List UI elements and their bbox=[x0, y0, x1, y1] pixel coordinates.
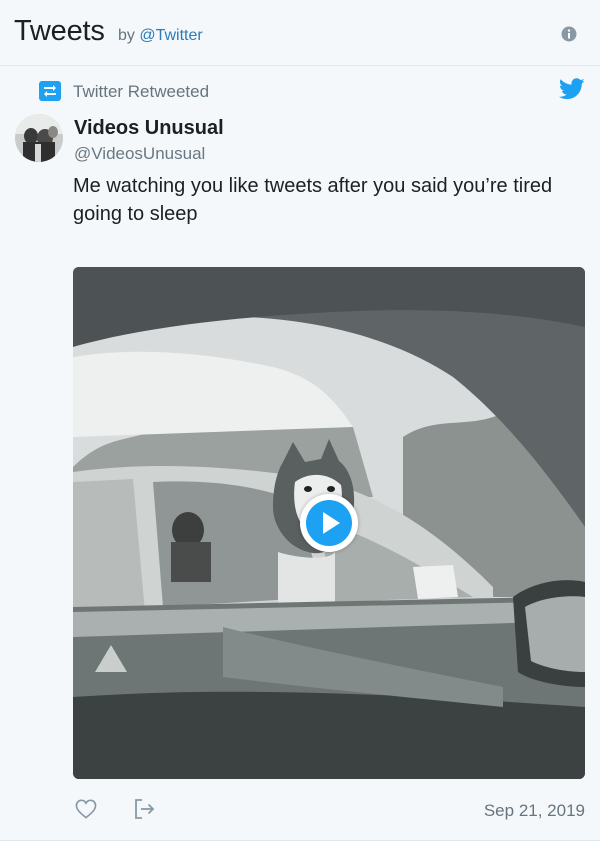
share-icon[interactable] bbox=[134, 798, 156, 820]
play-button-circle bbox=[306, 500, 352, 546]
twitter-bird-icon[interactable] bbox=[559, 78, 585, 100]
video-thumbnail[interactable] bbox=[73, 267, 585, 779]
timeline-title[interactable]: Tweets bbox=[14, 15, 105, 48]
retweet-icon bbox=[39, 81, 61, 101]
tweet-timeline-widget: Tweets by @Twitter Twitter Retweeted Vid… bbox=[0, 0, 600, 841]
retweet-context: Twitter Retweeted bbox=[39, 80, 579, 102]
tweet-date[interactable]: Sep 21, 2019 bbox=[484, 801, 585, 821]
play-icon bbox=[323, 512, 340, 534]
timeline-header: Tweets by @Twitter bbox=[0, 0, 600, 66]
tweet-text: Me watching you like tweets after you sa… bbox=[73, 175, 553, 225]
info-icon[interactable] bbox=[561, 26, 577, 42]
play-button[interactable] bbox=[300, 494, 358, 552]
author-name[interactable]: Videos Unusual bbox=[74, 117, 224, 140]
author-avatar[interactable] bbox=[15, 114, 63, 162]
tweet-actions: Sep 21, 2019 bbox=[73, 796, 585, 824]
retweet-label[interactable]: Twitter Retweeted bbox=[73, 82, 209, 102]
by-label: by bbox=[118, 27, 135, 44]
author-handle[interactable]: @VideosUnusual bbox=[74, 144, 205, 164]
timeline-handle-link[interactable]: @Twitter bbox=[139, 27, 202, 44]
timeline-byline: by @Twitter bbox=[118, 27, 203, 45]
heart-icon[interactable] bbox=[75, 799, 97, 819]
